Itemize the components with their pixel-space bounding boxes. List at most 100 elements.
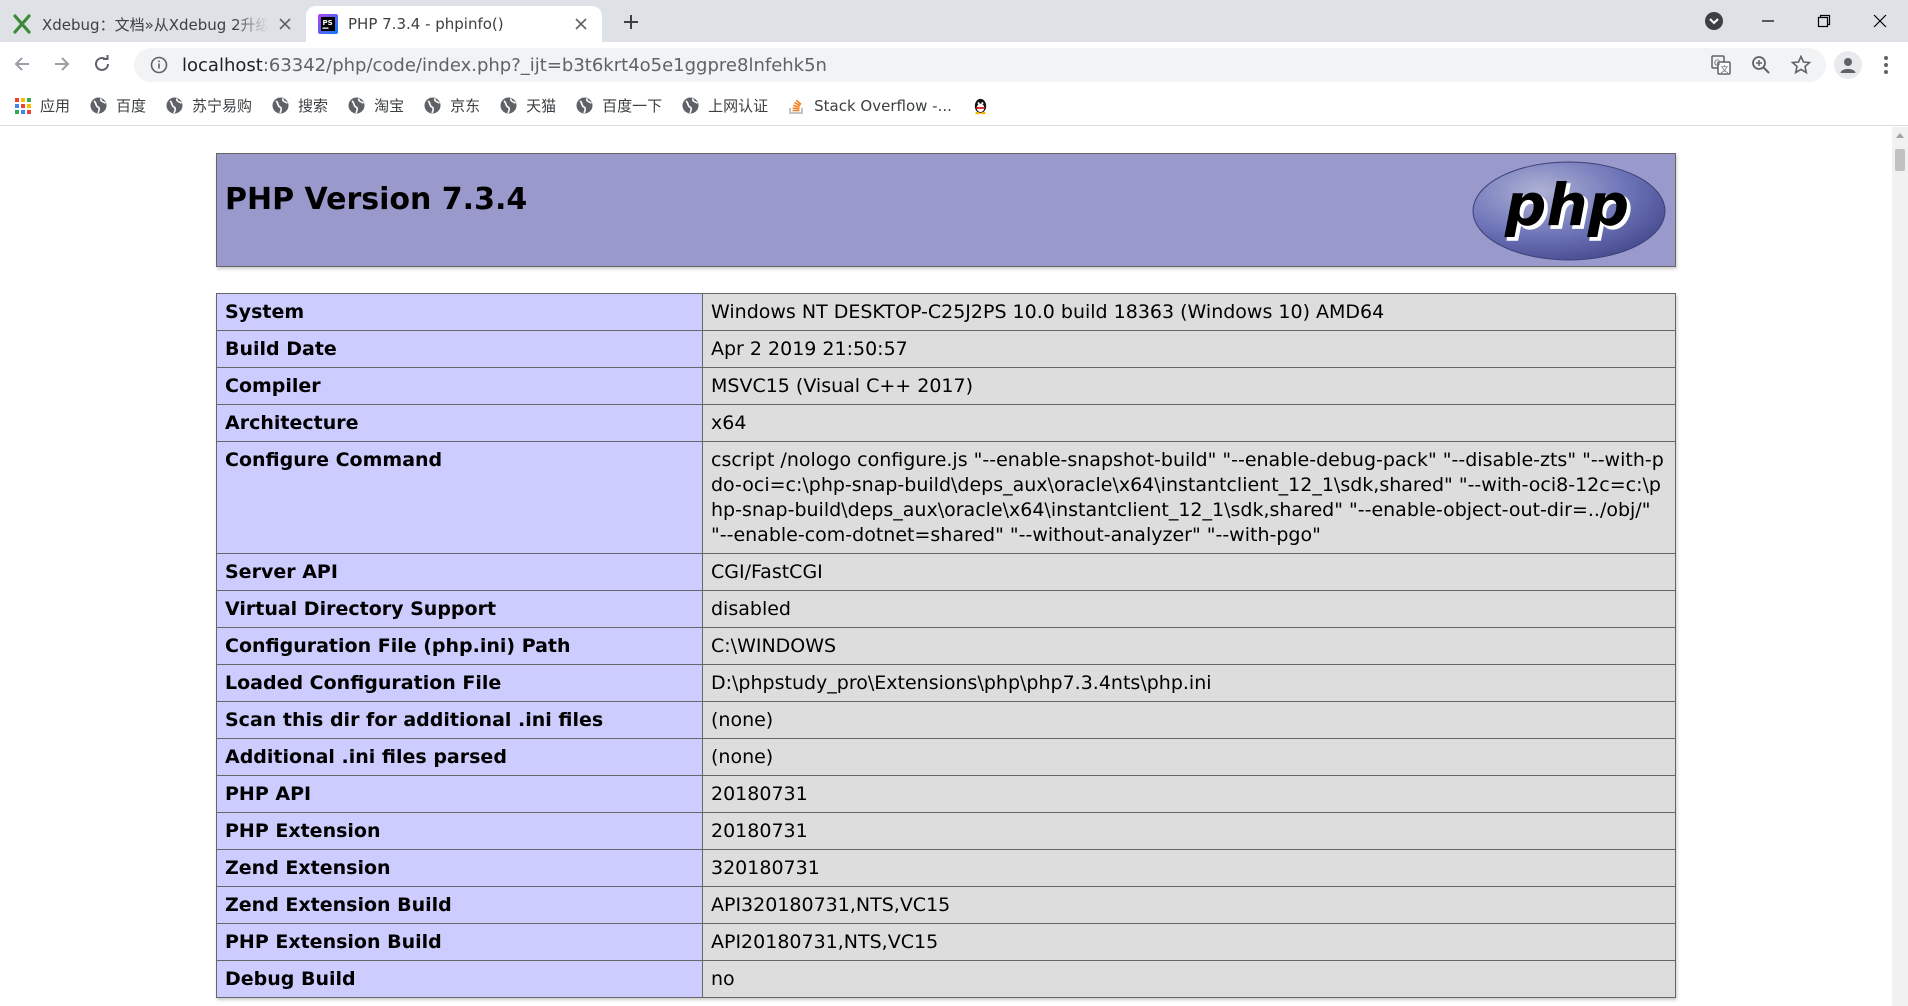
row-key: Scan this dir for additional .ini files [216,701,703,739]
table-row: Zend Extension 320180731 [216,849,1676,887]
bookmark-label: 淘宝 [374,97,405,115]
table-row: Additional .ini files parsed (none) [216,738,1676,776]
arrow-right-icon [55,57,70,71]
table-row: Architecture x64 [216,404,1676,442]
restore-button[interactable] [1796,0,1852,42]
bookmark-search[interactable]: 搜索 [272,95,328,116]
tab-xdebug[interactable]: Xdebug：文档»从Xdebug 2升级 [0,6,306,42]
page-scrollbar[interactable] [1892,127,1908,1006]
bookmark-label: 京东 [450,97,481,115]
row-key: Configure Command [216,441,703,554]
row-value: 20180731 [702,775,1676,813]
tab-title: Xdebug：文档»从Xdebug 2升级 [42,15,268,34]
row-key: PHP Extension [216,812,703,850]
reload-icon [95,55,109,71]
close-tab-icon[interactable] [572,15,590,33]
tab-strip: Xdebug：文档»从Xdebug 2升级 PS PHP 7.3.4 - php… [0,0,1908,42]
bookmark-taobao[interactable]: 淘宝 [348,95,404,116]
row-value: disabled [702,590,1676,628]
translate-icon[interactable]: G文 [1708,52,1734,78]
close-icon [1873,14,1887,28]
row-key: Loaded Configuration File [216,664,703,702]
omnibox-actions: G文 [1708,48,1814,82]
php-logo-text-shadow: php [1504,171,1629,239]
scroll-up-arrow-icon[interactable] [1892,127,1908,143]
url-text[interactable]: localhost:63342/php/code/index.php?_ijt=… [182,55,827,76]
bookmark-label: 上网认证 [708,97,769,115]
bookmark-tmall[interactable]: 天猫 [500,95,556,116]
new-tab-button[interactable] [618,9,644,35]
profile-avatar[interactable] [1834,51,1862,79]
bookmark-jd[interactable]: 京东 [424,95,480,116]
table-row: PHP API 20180731 [216,775,1676,813]
row-key: Debug Build [216,960,703,998]
bookmark-apps[interactable]: 应用 [14,95,70,116]
phpinfo-table: System Windows NT DESKTOP-C25J2PS 10.0 bu… [216,293,1676,998]
bookmark-stackoverflow[interactable]: Stack Overflow -... [788,97,952,115]
table-row: PHP Extension Build API20180731,NTS,VC15 [216,923,1676,961]
bookmark-baidu[interactable]: 百度 [90,95,146,116]
row-key: Configuration File (php.ini) Path [216,627,703,665]
browser-menu-button[interactable] [1872,51,1900,79]
restore-icon [1817,14,1831,28]
arrow-left-icon [14,57,29,71]
bookmark-baidu-search[interactable]: 百度一下 [576,95,662,116]
globe-icon [272,97,289,114]
globe-icon [166,97,183,114]
url-path: :63342/php/code/index.php?_ijt=b3t6krt4o… [262,54,827,76]
bookmark-label: 应用 [40,97,71,115]
table-row: PHP Extension 20180731 [216,812,1676,850]
row-value: x64 [702,404,1676,442]
bookmark-star-icon[interactable] [1788,52,1814,78]
globe-icon [424,97,441,114]
bookmark-suning[interactable]: 苏宁易购 [166,95,252,116]
browser-toolbar: localhost:63342/php/code/index.php?_ijt=… [0,42,1908,86]
table-row: Configuration File (php.ini) Path C:\WIND… [216,627,1676,665]
table-row: Virtual Directory Support disabled [216,590,1676,628]
address-bar[interactable]: localhost:63342/php/code/index.php?_ijt=… [134,48,1826,82]
svg-text:G: G [1714,59,1720,68]
row-value: API20180731,NTS,VC15 [702,923,1676,961]
row-value: C:\WINDOWS [702,627,1676,665]
bookmark-qq[interactable] [972,97,998,114]
apps-grid-icon [14,97,31,114]
row-key: PHP Extension Build [216,923,703,961]
tab-phpinfo[interactable]: PS PHP 7.3.4 - phpinfo() [306,6,602,42]
row-key: Server API [216,553,703,591]
xdebug-icon [12,14,32,34]
forward-button[interactable] [46,48,78,80]
table-row: System Windows NT DESKTOP-C25J2PS 10.0 bu… [216,293,1676,331]
bookmark-net-auth[interactable]: 上网认证 [682,95,768,116]
php-logo-icon: php php [1472,161,1666,261]
globe-icon [682,97,699,114]
table-row: Build Date Apr 2 2019 21:50:57 [216,330,1676,368]
row-value: Apr 2 2019 21:50:57 [702,330,1676,368]
window-controls [1740,0,1908,42]
close-tab-icon[interactable] [276,15,294,33]
row-value: Windows NT DESKTOP-C25J2PS 10.0 build 18… [702,293,1676,331]
zoom-icon[interactable] [1748,52,1774,78]
reload-button[interactable] [86,48,118,80]
table-row: Compiler MSVC15 (Visual C++ 2017) [216,367,1676,405]
stackoverflow-icon [788,97,805,114]
row-key: Zend Extension Build [216,886,703,924]
row-value: no [702,960,1676,998]
bookmark-label: 百度 [116,97,147,115]
globe-icon [348,97,365,114]
kebab-menu-icon [1884,56,1888,74]
tab-search-icon[interactable] [1704,11,1724,31]
url-host: localhost [182,54,263,76]
close-window-button[interactable] [1852,0,1908,42]
table-row: Zend Extension Build API320180731,NTS,VC1… [216,886,1676,924]
table-row: Loaded Configuration File D:\phpstudy_pro… [216,664,1676,702]
site-info-icon[interactable] [144,56,174,74]
row-value: cscript /nologo configure.js "--enable-s… [702,441,1676,554]
bookmark-label: 苏宁易购 [192,97,253,115]
minimize-button[interactable] [1740,0,1796,42]
globe-icon [90,97,107,114]
phpinfo-header: PHP Version 7.3.4 php php [216,153,1676,267]
back-button[interactable] [6,48,38,80]
bookmark-label: Stack Overflow -... [814,96,952,115]
scroll-thumb[interactable] [1895,149,1905,171]
bookmarks-bar: 应用 百度 苏宁易购 搜索 淘宝 京东 天猫 百度一下 上网认证 Stack O… [0,86,1908,126]
